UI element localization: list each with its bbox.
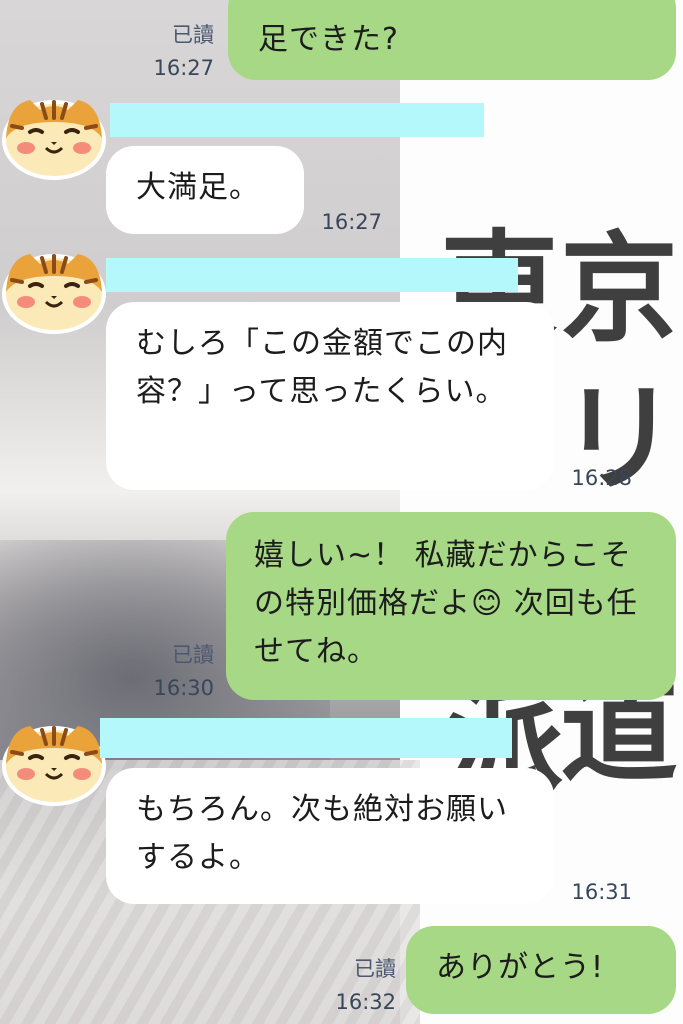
message-timestamp: 16:27 (153, 56, 214, 80)
incoming-message-bubble[interactable]: むしろ「この金額でこの内容？」って思ったくらい。 (106, 302, 554, 490)
outgoing-message-bubble[interactable]: 足できた? (228, 0, 676, 80)
message-timestamp: 16:31 (571, 880, 632, 904)
message-timestamp: 16:30 (153, 676, 214, 700)
sender-name-redacted (110, 103, 484, 137)
outgoing-message-bubble[interactable]: 嬉しい~！ 私藏だからこその特別価格だよ😊 次回も任せてね。 (226, 512, 676, 700)
tiger-cat-avatar-icon[interactable] (0, 718, 108, 806)
message-timestamp: 16:32 (335, 990, 396, 1014)
outgoing-message-bubble[interactable]: ありがとう! (406, 926, 676, 1014)
sender-name-redacted (100, 718, 512, 758)
background-kanji: 京 (560, 220, 679, 358)
read-receipt: 已讀 (172, 643, 214, 667)
read-receipt: 已讀 (172, 23, 214, 47)
incoming-message-bubble[interactable]: もちろん。次も絶対お願いするよ。 (106, 768, 554, 904)
message-timestamp: 16:28 (571, 466, 632, 490)
message-timestamp: 16:27 (321, 210, 382, 234)
sender-name-redacted (106, 258, 518, 292)
tiger-cat-avatar-icon[interactable] (0, 92, 108, 180)
read-receipt: 已讀 (354, 957, 396, 981)
incoming-message-bubble[interactable]: 大満足。 (106, 146, 304, 234)
tiger-cat-avatar-icon[interactable] (0, 246, 108, 334)
